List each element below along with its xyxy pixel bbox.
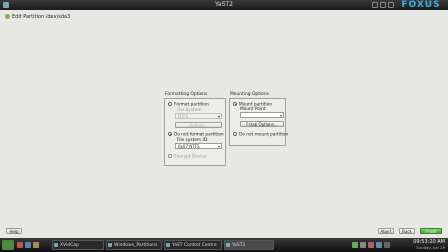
do-not-mount-label: Do not mount partition: [239, 132, 289, 138]
taskbar-item-label: Windows_Partitions: [114, 243, 158, 248]
window-titlebar: YaST2: [0, 0, 448, 10]
formatting-options-frame: Formatting Options Format partition File…: [164, 92, 226, 166]
do-not-mount-radio[interactable]: [233, 132, 237, 136]
fs-id-value: 0x07 NTFS: [178, 144, 200, 149]
chevron-down-icon: ▾: [217, 114, 220, 119]
dialog-client-area: Edit Partition /dev/sda3 Formatting Opti…: [0, 10, 448, 238]
format-partition-label: Format partition: [174, 102, 209, 108]
clock[interactable]: 09:53:20 AM Sunday, Jun 29: [413, 239, 445, 251]
taskbar-item-xvidcap[interactable]: XVidCap: [52, 240, 104, 250]
browser-icon[interactable]: [25, 242, 31, 248]
clipboard-icon[interactable]: [376, 242, 382, 248]
do-not-format-option[interactable]: Do not format partition: [168, 132, 224, 138]
file-system-select[interactable]: NTFS ▾: [175, 113, 222, 119]
dialog-header: Edit Partition /dev/sda3: [0, 10, 448, 24]
minimize-button[interactable]: [372, 2, 378, 8]
fs-id-select[interactable]: 0x07 NTFS ▾: [175, 143, 222, 149]
do-not-format-label: Do not format partition: [174, 132, 224, 138]
taskbar-item-label: XVidCap: [60, 243, 79, 248]
abort-button[interactable]: Abort: [378, 228, 394, 234]
xvidcap-icon: [54, 243, 58, 247]
format-partition-option[interactable]: Format partition: [168, 102, 209, 108]
format-partition-radio[interactable]: [168, 102, 172, 106]
do-not-format-radio[interactable]: [168, 132, 172, 136]
maximize-button[interactable]: [380, 2, 386, 8]
taskbar-item-label: YaST Control Centre: [172, 243, 217, 248]
encrypt-device-label: Encrypt Device: [174, 154, 207, 160]
chevron-down-icon: ▾: [279, 113, 282, 118]
mounting-options-label: Mounting Options: [230, 92, 269, 97]
update-icon[interactable]: [368, 242, 374, 248]
document-icon: [108, 243, 112, 247]
desktop-icon[interactable]: [17, 242, 23, 248]
close-button[interactable]: [388, 2, 394, 8]
clock-date: Sunday, Jun 29: [416, 245, 445, 250]
partition-icon: [5, 14, 10, 19]
yast-icon: [166, 243, 170, 247]
options-button[interactable]: Options...: [175, 122, 222, 128]
encrypt-device-checkbox[interactable]: [168, 154, 172, 158]
chevron-down-icon: ▾: [217, 144, 220, 149]
taskbar-item-yast2[interactable]: YaST2: [224, 240, 274, 250]
display-icon[interactable]: [384, 242, 390, 248]
back-button[interactable]: Back: [399, 228, 415, 234]
files-icon[interactable]: [33, 242, 39, 248]
network-icon[interactable]: [352, 242, 358, 248]
taskbar: XVidCap Windows_Partitions YaST Control …: [0, 238, 448, 252]
encrypt-device-option[interactable]: Encrypt Device: [168, 154, 207, 160]
do-not-mount-option[interactable]: Do not mount partition: [233, 132, 288, 138]
start-menu-button[interactable]: [2, 240, 14, 250]
taskbar-item-yast-control-centre[interactable]: YaST Control Centre: [164, 240, 222, 250]
taskbar-item-label: YaST2: [232, 243, 246, 248]
taskbar-item-windows-partitions[interactable]: Windows_Partitions: [106, 240, 162, 250]
volume-icon[interactable]: [360, 242, 366, 248]
yast-icon: [226, 243, 230, 247]
help-button[interactable]: Help: [6, 228, 22, 234]
fstab-options-button[interactable]: Fstab Options...: [240, 121, 284, 127]
file-system-value: NTFS: [178, 114, 189, 119]
mount-partition-radio[interactable]: [233, 102, 237, 106]
mount-point-select[interactable]: ▾: [240, 112, 284, 118]
page-title: Edit Partition /dev/sda3: [12, 14, 71, 20]
mounting-options-frame: Mounting Options Mount partition Mount P…: [229, 92, 288, 146]
finish-button[interactable]: Finish: [420, 228, 442, 234]
formatting-options-label: Formatting Options: [165, 92, 208, 97]
